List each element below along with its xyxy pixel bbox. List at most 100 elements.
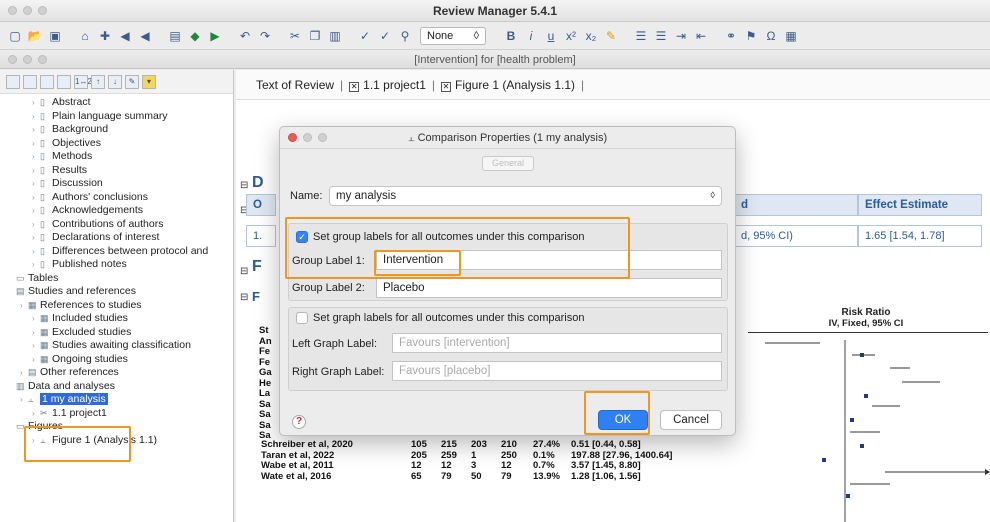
italic-icon[interactable]: i: [522, 27, 540, 45]
sidebar-item[interactable]: › ⫠ 1 my analysis: [0, 393, 233, 407]
table-icon[interactable]: ▦: [782, 27, 800, 45]
sidebar-item[interactable]: › ▯ Contributions of authors: [0, 218, 233, 232]
close-icon[interactable]: ✕: [349, 81, 360, 92]
expand-arrow-icon[interactable]: ›: [20, 299, 28, 313]
edit-icon[interactable]: ✎: [125, 74, 139, 89]
print-icon[interactable]: ▤: [166, 27, 184, 45]
sidebar-item[interactable]: › ▯ Authors' conclusions: [0, 191, 233, 205]
copy-icon[interactable]: ❐: [306, 27, 324, 45]
sidebar-item[interactable]: › ▯ Published notes: [0, 258, 233, 272]
expand-arrow-icon[interactable]: ›: [32, 110, 40, 124]
expand-arrow-icon[interactable]: ›: [32, 137, 40, 151]
outdent-icon[interactable]: ⇤: [692, 27, 710, 45]
spellcheck-auto-icon[interactable]: ✓: [376, 27, 394, 45]
sidebar-item[interactable]: › ▯ Objectives: [0, 137, 233, 151]
sidebar-item[interactable]: › ▦ Ongoing studies: [0, 353, 233, 367]
spellcheck-icon[interactable]: ✓: [356, 27, 374, 45]
underline-icon[interactable]: u: [542, 27, 560, 45]
undo-icon[interactable]: ↶: [236, 27, 254, 45]
omega-icon[interactable]: Ω: [762, 27, 780, 45]
sidebar-item[interactable]: › ▯ Declarations of interest: [0, 231, 233, 245]
properties-icon[interactable]: ▾: [142, 74, 156, 89]
paste-icon[interactable]: ▥: [326, 27, 344, 45]
sidebar-item[interactable]: › ▯ Plain language summary: [0, 110, 233, 124]
back-icon[interactable]: ◀: [116, 27, 134, 45]
tab-figure1[interactable]: ✕ Figure 1 (Analysis 1.1): [441, 78, 575, 92]
nav-forward-icon[interactable]: ▶: [206, 27, 224, 45]
left-graph-field[interactable]: Favours [intervention]: [392, 333, 722, 353]
sidebar-item[interactable]: › ▯ Results: [0, 164, 233, 178]
section-toggle[interactable]: ⊟: [240, 292, 248, 303]
tab-project1[interactable]: ✕ 1.1 project1: [349, 78, 426, 92]
checkin-icon[interactable]: ✚: [96, 27, 114, 45]
sidebar-item[interactable]: › ▦ References to studies: [0, 299, 233, 313]
subscript-icon[interactable]: x₂: [582, 27, 600, 45]
sidebar-item[interactable]: › ▯ Methods: [0, 150, 233, 164]
help-icon[interactable]: ?: [292, 415, 306, 429]
forward-icon[interactable]: ◀: [136, 27, 154, 45]
expand-arrow-icon[interactable]: ›: [32, 177, 40, 191]
nav-back-icon[interactable]: ◆: [186, 27, 204, 45]
expand-arrow-icon[interactable]: ›: [32, 231, 40, 245]
bullet-list-icon[interactable]: ☰: [632, 27, 650, 45]
redo-icon[interactable]: ↷: [256, 27, 274, 45]
sidebar-item[interactable]: › ▦ Excluded studies: [0, 326, 233, 340]
bookmark-icon[interactable]: ⚑: [742, 27, 760, 45]
sidebar-item[interactable]: ▭ Tables: [0, 272, 233, 286]
sidebar-item[interactable]: › ▯ Acknowledgements: [0, 204, 233, 218]
outline-tool-icon[interactable]: [23, 74, 37, 89]
expand-arrow-icon[interactable]: ›: [20, 393, 28, 407]
expand-arrow-icon[interactable]: ›: [32, 218, 40, 232]
bold-icon[interactable]: B: [502, 27, 520, 45]
save-icon[interactable]: ▣: [46, 27, 64, 45]
outline-tool-icon[interactable]: [40, 74, 54, 89]
row-id[interactable]: 1.: [246, 225, 276, 247]
cut-icon[interactable]: ✂: [286, 27, 304, 45]
sidebar-item[interactable]: › ▯ Background: [0, 123, 233, 137]
sidebar-item[interactable]: › ▯ Abstract: [0, 96, 233, 110]
name-field[interactable]: my analysis ◊: [329, 186, 722, 206]
expand-arrow-icon[interactable]: ›: [32, 204, 40, 218]
sidebar-item[interactable]: › ▯ Discussion: [0, 177, 233, 191]
outline-tool-icon[interactable]: [6, 74, 20, 89]
expand-arrow-icon[interactable]: ›: [32, 96, 40, 110]
expand-arrow-icon[interactable]: ›: [32, 326, 40, 340]
close-icon[interactable]: ✕: [441, 81, 451, 92]
cancel-button[interactable]: Cancel: [660, 410, 722, 430]
indent-icon[interactable]: ⇥: [672, 27, 690, 45]
new-icon[interactable]: ▢: [6, 27, 24, 45]
number-list-icon[interactable]: ☰: [652, 27, 670, 45]
superscript-icon[interactable]: x²: [562, 27, 580, 45]
expand-arrow-icon[interactable]: ›: [32, 245, 40, 259]
expand-arrow-icon[interactable]: ›: [32, 339, 40, 353]
tab-text-of-review[interactable]: Text of Review: [256, 78, 334, 92]
expand-arrow-icon[interactable]: ›: [32, 191, 40, 205]
expand-arrow-icon[interactable]: ›: [32, 123, 40, 137]
expand-arrow-icon[interactable]: ›: [32, 258, 40, 272]
sidebar-item[interactable]: ▥ Data and analyses: [0, 380, 233, 394]
sidebar-item[interactable]: › ▯ Differences between protocol and: [0, 245, 233, 259]
expand-arrow-icon[interactable]: ›: [20, 366, 28, 380]
outline-tool-icon[interactable]: [57, 74, 71, 89]
section-toggle[interactable]: ⊟: [240, 266, 248, 277]
outline-tool-icon[interactable]: 1↔2: [74, 74, 92, 89]
move-up-icon[interactable]: ↑: [91, 74, 105, 89]
find-icon[interactable]: ⚲: [396, 27, 414, 45]
expand-arrow-icon[interactable]: ›: [32, 407, 40, 421]
expand-arrow-icon[interactable]: ›: [32, 164, 40, 178]
sidebar-item[interactable]: ▤ Studies and references: [0, 285, 233, 299]
move-down-icon[interactable]: ↓: [108, 74, 122, 89]
right-graph-field[interactable]: Favours [placebo]: [392, 361, 722, 381]
sidebar-item[interactable]: › ▦ Included studies: [0, 312, 233, 326]
share-icon[interactable]: ⌂: [76, 27, 94, 45]
sidebar-item[interactable]: › ▤ Other references: [0, 366, 233, 380]
graph-labels-checkbox[interactable]: [296, 312, 308, 324]
sidebar-item[interactable]: › ▦ Studies awaiting classification: [0, 339, 233, 353]
expand-arrow-icon[interactable]: ›: [32, 312, 40, 326]
tab-general[interactable]: General: [482, 156, 534, 171]
name-stepper-icon[interactable]: ◊: [711, 190, 715, 200]
group-label2-field[interactable]: Placebo: [376, 278, 722, 298]
sidebar-item[interactable]: › ✂ 1.1 project1: [0, 407, 233, 421]
expand-arrow-icon[interactable]: ›: [32, 353, 40, 367]
expand-arrow-icon[interactable]: ›: [32, 150, 40, 164]
